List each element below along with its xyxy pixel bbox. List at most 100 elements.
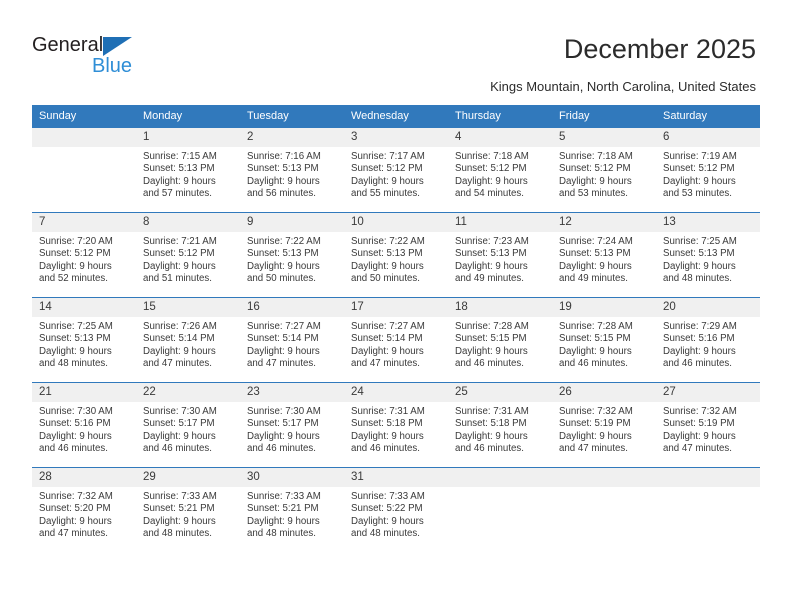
- day-daylight-line1-text: Daylight: 9 hours: [143, 175, 216, 187]
- calendar-day-cell[interactable]: 28 Sunrise: 7:32 AM Sunset: 5:20 PM Dayligh…: [32, 467, 136, 552]
- day-daylight-line2-text: and 46 minutes.: [559, 358, 628, 370]
- day-details: Sunrise: 7:33 AM Sunset: 5:21 PM Daylight:…: [136, 487, 240, 541]
- day-sunrise-text: Sunrise: 7:27 AM: [247, 321, 321, 332]
- calendar-day-cell[interactable]: 10 Sunrise: 7:22 AM Sunset: 5:13 PM Dayligh…: [344, 212, 448, 298]
- calendar-cell-empty: [656, 467, 760, 552]
- day-sunrise-text: Sunrise: 7:28 AM: [455, 321, 529, 332]
- day-daylight-line1-text: Daylight: 9 hours: [663, 260, 736, 272]
- day-sunset-text: Sunset: 5:20 PM: [39, 503, 111, 515]
- day-details: Sunrise: 7:25 AM Sunset: 5:13 PM Daylight:…: [32, 317, 136, 371]
- day-number: 29: [136, 468, 240, 487]
- day-sunset-text: Sunset: 5:13 PM: [39, 333, 111, 345]
- day-details: Sunrise: 7:27 AM Sunset: 5:14 PM Daylight:…: [240, 317, 344, 371]
- calendar-day-cell[interactable]: 18 Sunrise: 7:28 AM Sunset: 5:15 PM Dayligh…: [448, 297, 552, 383]
- day-sunrise-text: Sunrise: 7:32 AM: [559, 406, 633, 417]
- calendar-day-cell[interactable]: 6 Sunrise: 7:19 AM Sunset: 5:12 PM Daylight…: [656, 127, 760, 213]
- day-details: Sunrise: 7:18 AM Sunset: 5:12 PM Daylight:…: [448, 147, 552, 201]
- day-sunset-text: Sunset: 5:14 PM: [143, 333, 215, 345]
- day-details: Sunrise: 7:29 AM Sunset: 5:16 PM Daylight:…: [656, 317, 760, 371]
- calendar-day-cell[interactable]: 4 Sunrise: 7:18 AM Sunset: 5:12 PM Daylight…: [448, 127, 552, 213]
- day-cell-content: 18 Sunrise: 7:28 AM Sunset: 5:15 PM Dayligh…: [448, 298, 552, 382]
- day-daylight-line2-text: and 47 minutes.: [247, 358, 316, 370]
- day-daylight-line1-text: Daylight: 9 hours: [143, 345, 216, 357]
- day-cell-content: 27 Sunrise: 7:32 AM Sunset: 5:19 PM Dayligh…: [656, 383, 760, 467]
- weekday-header-wednesday: Wednesday: [344, 105, 448, 128]
- day-cell-content: 1 Sunrise: 7:15 AM Sunset: 5:13 PM Daylight…: [136, 128, 240, 212]
- day-daylight-line2-text: and 46 minutes.: [455, 358, 524, 370]
- calendar-day-cell[interactable]: 20 Sunrise: 7:29 AM Sunset: 5:16 PM Dayligh…: [656, 297, 760, 383]
- day-details: Sunrise: 7:33 AM Sunset: 5:21 PM Daylight:…: [240, 487, 344, 541]
- calendar-day-cell[interactable]: 16 Sunrise: 7:27 AM Sunset: 5:14 PM Dayligh…: [240, 297, 344, 383]
- calendar-day-cell[interactable]: 17 Sunrise: 7:27 AM Sunset: 5:14 PM Dayligh…: [344, 297, 448, 383]
- calendar-day-cell[interactable]: 7 Sunrise: 7:20 AM Sunset: 5:12 PM Daylight…: [32, 212, 136, 298]
- calendar-day-cell[interactable]: 24 Sunrise: 7:31 AM Sunset: 5:18 PM Dayligh…: [344, 382, 448, 468]
- day-sunrise-text: Sunrise: 7:25 AM: [39, 321, 113, 332]
- day-number: 25: [448, 383, 552, 402]
- calendar-day-cell[interactable]: 8 Sunrise: 7:21 AM Sunset: 5:12 PM Daylight…: [136, 212, 240, 298]
- calendar-day-cell[interactable]: 2 Sunrise: 7:16 AM Sunset: 5:13 PM Daylight…: [240, 127, 344, 213]
- day-sunrise-text: Sunrise: 7:28 AM: [559, 321, 633, 332]
- day-sunset-text: Sunset: 5:17 PM: [247, 418, 319, 430]
- calendar-day-cell[interactable]: 27 Sunrise: 7:32 AM Sunset: 5:19 PM Dayligh…: [656, 382, 760, 468]
- day-sunset-text: Sunset: 5:18 PM: [455, 418, 527, 430]
- calendar-day-cell[interactable]: 21 Sunrise: 7:30 AM Sunset: 5:16 PM Dayligh…: [32, 382, 136, 468]
- brand-logo[interactable]: General Blue: [32, 33, 222, 83]
- day-sunrise-text: Sunrise: 7:16 AM: [247, 151, 321, 162]
- day-sunset-text: Sunset: 5:12 PM: [455, 163, 527, 175]
- calendar-day-cell[interactable]: 22 Sunrise: 7:30 AM Sunset: 5:17 PM Dayligh…: [136, 382, 240, 468]
- day-cell-content: 16 Sunrise: 7:27 AM Sunset: 5:14 PM Dayligh…: [240, 298, 344, 382]
- day-cell-content: 24 Sunrise: 7:31 AM Sunset: 5:18 PM Dayligh…: [344, 383, 448, 467]
- day-daylight-line1-text: Daylight: 9 hours: [455, 430, 528, 442]
- calendar-day-cell[interactable]: 15 Sunrise: 7:26 AM Sunset: 5:14 PM Dayligh…: [136, 297, 240, 383]
- day-daylight-line2-text: and 53 minutes.: [559, 188, 628, 200]
- calendar-day-cell[interactable]: 5 Sunrise: 7:18 AM Sunset: 5:12 PM Daylight…: [552, 127, 656, 213]
- day-daylight-line1-text: Daylight: 9 hours: [39, 430, 112, 442]
- calendar-day-cell[interactable]: 29 Sunrise: 7:33 AM Sunset: 5:21 PM Dayligh…: [136, 467, 240, 552]
- day-cell-content: [656, 468, 760, 552]
- day-cell-content: 17 Sunrise: 7:27 AM Sunset: 5:14 PM Dayligh…: [344, 298, 448, 382]
- day-cell-content: 14 Sunrise: 7:25 AM Sunset: 5:13 PM Dayligh…: [32, 298, 136, 382]
- day-cell-content: 25 Sunrise: 7:31 AM Sunset: 5:18 PM Dayligh…: [448, 383, 552, 467]
- day-daylight-line2-text: and 49 minutes.: [559, 273, 628, 285]
- day-daylight-line1-text: Daylight: 9 hours: [247, 260, 320, 272]
- calendar-day-cell[interactable]: 3 Sunrise: 7:17 AM Sunset: 5:12 PM Daylight…: [344, 127, 448, 213]
- day-daylight-line2-text: and 54 minutes.: [455, 188, 524, 200]
- calendar-day-cell[interactable]: 11 Sunrise: 7:23 AM Sunset: 5:13 PM Dayligh…: [448, 212, 552, 298]
- day-details: Sunrise: 7:32 AM Sunset: 5:20 PM Daylight:…: [32, 487, 136, 541]
- day-sunrise-text: Sunrise: 7:15 AM: [143, 151, 217, 162]
- day-sunrise-text: Sunrise: 7:31 AM: [455, 406, 529, 417]
- day-sunrise-text: Sunrise: 7:33 AM: [351, 491, 425, 502]
- day-daylight-line2-text: and 47 minutes.: [351, 358, 420, 370]
- calendar-day-cell[interactable]: 1 Sunrise: 7:15 AM Sunset: 5:13 PM Daylight…: [136, 127, 240, 213]
- day-sunrise-text: Sunrise: 7:30 AM: [39, 406, 113, 417]
- day-cell-content: 22 Sunrise: 7:30 AM Sunset: 5:17 PM Dayligh…: [136, 383, 240, 467]
- calendar-day-cell[interactable]: 25 Sunrise: 7:31 AM Sunset: 5:18 PM Dayligh…: [448, 382, 552, 468]
- calendar-day-cell[interactable]: 26 Sunrise: 7:32 AM Sunset: 5:19 PM Dayligh…: [552, 382, 656, 468]
- day-sunset-text: Sunset: 5:13 PM: [143, 163, 215, 175]
- day-daylight-line1-text: Daylight: 9 hours: [39, 260, 112, 272]
- day-daylight-line1-text: Daylight: 9 hours: [39, 515, 112, 527]
- weekday-header-thursday: Thursday: [448, 105, 552, 128]
- calendar-day-cell[interactable]: 31 Sunrise: 7:33 AM Sunset: 5:22 PM Dayligh…: [344, 467, 448, 552]
- calendar-day-cell[interactable]: 12 Sunrise: 7:24 AM Sunset: 5:13 PM Dayligh…: [552, 212, 656, 298]
- day-details: Sunrise: 7:23 AM Sunset: 5:13 PM Daylight:…: [448, 232, 552, 286]
- day-sunset-text: Sunset: 5:19 PM: [663, 418, 735, 430]
- calendar-day-cell[interactable]: 30 Sunrise: 7:33 AM Sunset: 5:21 PM Dayligh…: [240, 467, 344, 552]
- calendar-day-cell[interactable]: 19 Sunrise: 7:28 AM Sunset: 5:15 PM Dayligh…: [552, 297, 656, 383]
- calendar-day-cell[interactable]: 14 Sunrise: 7:25 AM Sunset: 5:13 PM Dayligh…: [32, 297, 136, 383]
- calendar-cell-empty: [32, 127, 136, 213]
- day-daylight-line1-text: Daylight: 9 hours: [559, 430, 632, 442]
- day-cell-content: 4 Sunrise: 7:18 AM Sunset: 5:12 PM Daylight…: [448, 128, 552, 212]
- day-number: 19: [552, 298, 656, 317]
- day-daylight-line2-text: and 48 minutes.: [663, 273, 732, 285]
- weekday-header-tuesday: Tuesday: [240, 105, 344, 128]
- day-daylight-line2-text: and 50 minutes.: [351, 273, 420, 285]
- day-sunset-text: Sunset: 5:19 PM: [559, 418, 631, 430]
- calendar-day-cell[interactable]: 23 Sunrise: 7:30 AM Sunset: 5:17 PM Dayligh…: [240, 382, 344, 468]
- calendar-day-cell[interactable]: 9 Sunrise: 7:22 AM Sunset: 5:13 PM Daylight…: [240, 212, 344, 298]
- calendar-day-cell[interactable]: 13 Sunrise: 7:25 AM Sunset: 5:13 PM Dayligh…: [656, 212, 760, 298]
- day-details: Sunrise: 7:26 AM Sunset: 5:14 PM Daylight:…: [136, 317, 240, 371]
- calendar-week-row: 7 Sunrise: 7:20 AM Sunset: 5:12 PM Daylight…: [32, 212, 760, 298]
- day-cell-content: [448, 468, 552, 552]
- day-number: 24: [344, 383, 448, 402]
